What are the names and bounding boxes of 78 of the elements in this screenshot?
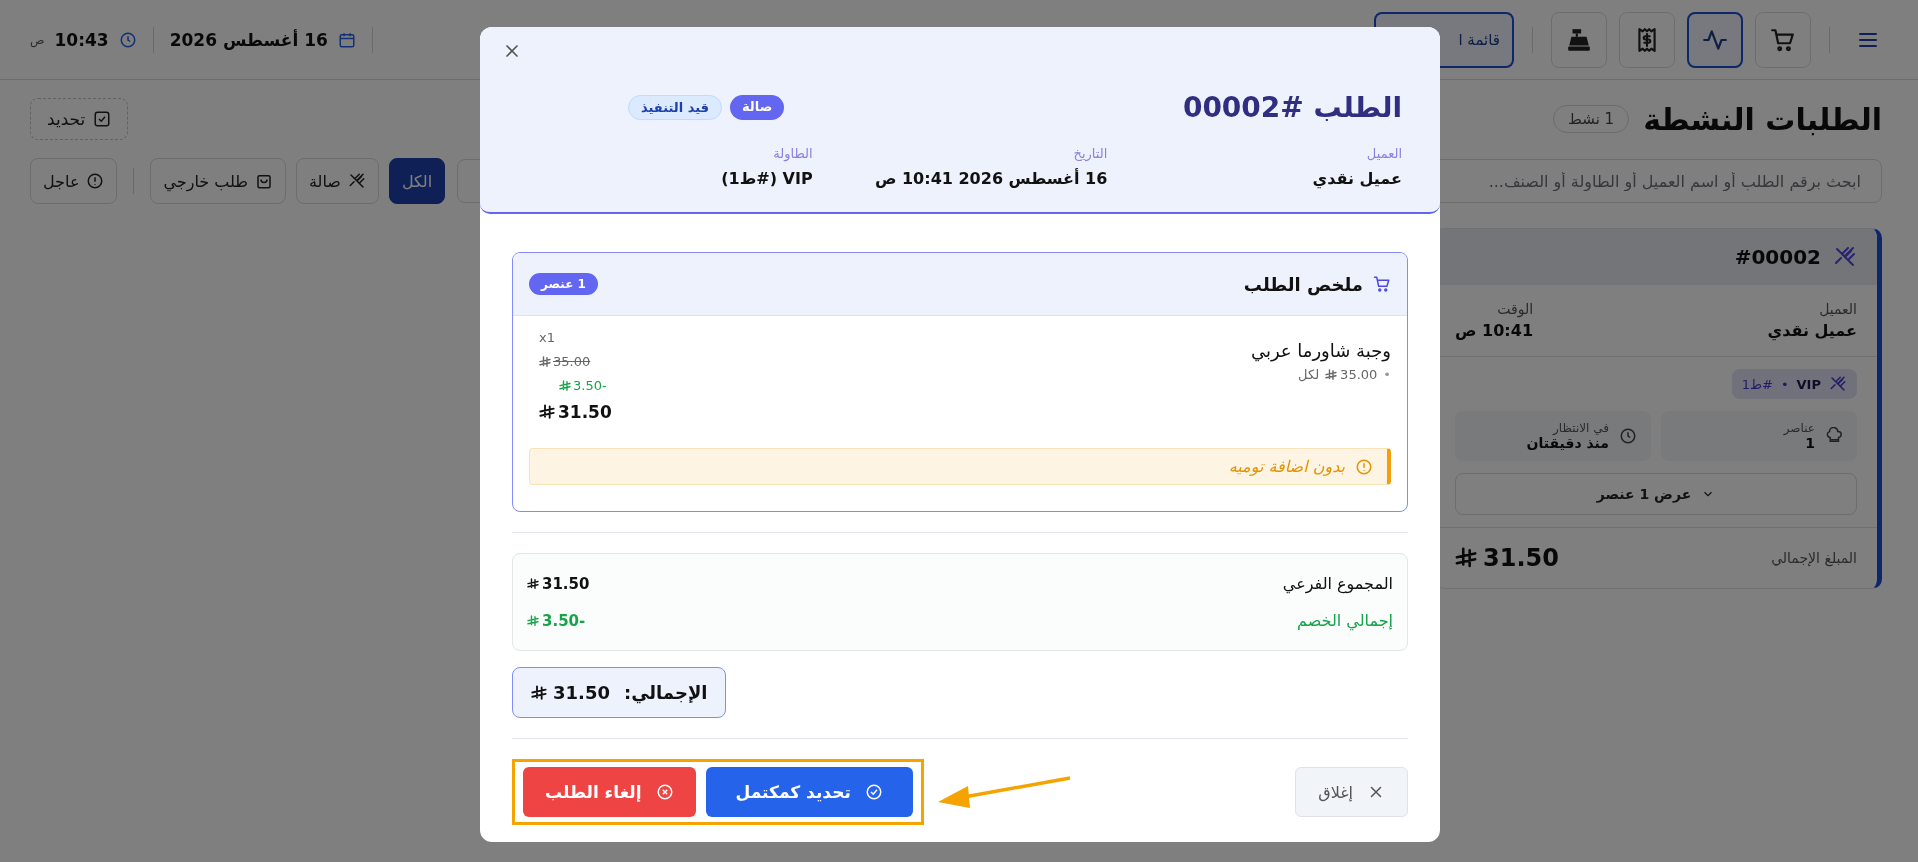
page-title: الطلبات النشطة xyxy=(1643,101,1882,137)
totals-label: المجموع الفرعي xyxy=(1282,574,1393,593)
item-note: بدون اضافة توميه xyxy=(529,448,1391,485)
tag-label: VIP xyxy=(1796,376,1821,392)
total-amount: 31.50 xyxy=(1455,544,1559,572)
complete-button[interactable]: تحديد كمكتمل xyxy=(705,767,913,817)
totals-label: إجمالي الخصم xyxy=(1297,611,1393,630)
riyal-icon xyxy=(527,614,539,627)
riyal-icon xyxy=(1455,547,1477,569)
total-label: المبلغ الإجمالي xyxy=(1771,550,1857,566)
filter-chip[interactable]: طلب خارجي xyxy=(150,158,286,204)
info-label: التاريخ xyxy=(1072,146,1108,161)
riyal-icon xyxy=(1325,368,1338,381)
per-unit-text: لكل xyxy=(1298,367,1320,382)
calendar-icon xyxy=(337,30,356,49)
show-items-button[interactable]: عرض 1 عنصر xyxy=(1455,473,1857,515)
summary-title: ملخص الطلب xyxy=(1243,273,1363,295)
stat-value: منذ دقيقتان xyxy=(1526,435,1609,451)
info-value: عميل نقدي xyxy=(1311,169,1402,188)
chef-hat-icon xyxy=(1825,427,1843,445)
original-price: 35.00 xyxy=(539,354,591,369)
info-value: 16 أغسطس 2026 10:41 ص xyxy=(873,169,1108,188)
utensils-icon xyxy=(1833,245,1857,269)
riyal-icon xyxy=(539,404,555,420)
field-label: الوقت xyxy=(1496,301,1534,317)
close-button[interactable]: إغلاق xyxy=(1295,767,1408,817)
dialog-title: الطلب #00002 xyxy=(1182,91,1402,124)
field-value: عميل نقدي xyxy=(1767,321,1857,340)
x-circle-icon xyxy=(655,783,674,801)
cancel-order-button[interactable]: إلغاء الطلب xyxy=(523,767,696,817)
riyal-icon xyxy=(559,379,571,392)
filter-chip[interactable]: صالة xyxy=(296,158,379,204)
discount-amount: -3.50 xyxy=(559,378,607,393)
stat-label: عناصر xyxy=(1783,421,1815,435)
unit-price: 35.00 xyxy=(1325,367,1378,382)
info-value: VIP (#ط1) xyxy=(721,169,813,188)
filter-chip[interactable]: عاجل xyxy=(30,158,118,204)
info-label: الطاولة xyxy=(773,146,813,161)
date-text: 16 أغسطس 2026 xyxy=(169,29,328,50)
clock-icon xyxy=(118,30,137,49)
select-button[interactable]: تحديد xyxy=(30,98,129,140)
stat-value: 1 xyxy=(1804,435,1815,451)
checkbox-icon xyxy=(93,110,112,128)
field-label: العميل xyxy=(1818,301,1857,317)
riyal-icon xyxy=(527,577,539,590)
clock-icon xyxy=(1619,427,1637,445)
utensils-icon xyxy=(1829,375,1847,393)
riyal-icon xyxy=(531,684,547,701)
cart-icon xyxy=(1373,275,1391,293)
grand-total-value: 31.50 xyxy=(531,682,610,703)
separator-dot: • xyxy=(1780,376,1789,392)
time-text: 10:43 xyxy=(54,29,109,50)
item-quantity: x1 xyxy=(539,330,555,345)
riyal-icon xyxy=(539,355,551,368)
item-count-badge: 1 عنصر xyxy=(529,273,598,295)
totals-value: -3.50 xyxy=(527,611,586,630)
info-icon xyxy=(1355,457,1373,476)
cash-register-icon xyxy=(1566,26,1592,53)
time-period: ص xyxy=(30,32,45,47)
alert-icon xyxy=(86,172,105,190)
grand-total-label: الإجمالي: xyxy=(623,682,708,703)
order-type-badge: صالة xyxy=(730,95,785,120)
bullet: • xyxy=(1383,367,1391,382)
table-number: #ط1 xyxy=(1741,376,1773,392)
status-badge: قيد التنفيذ xyxy=(628,95,722,120)
toolbar-button[interactable] xyxy=(1687,11,1743,68)
cart-icon xyxy=(1770,26,1796,53)
check-circle-icon xyxy=(864,783,883,801)
item-total: 31.50 xyxy=(539,402,612,422)
utensils-icon xyxy=(347,172,366,190)
bag-icon xyxy=(255,172,273,190)
item-name: وجبة شاورما عربي xyxy=(1250,340,1391,361)
filter-chip[interactable]: الكل xyxy=(388,158,446,204)
stat-label: في الانتظار xyxy=(1551,421,1609,435)
info-label: العميل xyxy=(1365,146,1402,161)
field-value: 10:41 ص xyxy=(1455,321,1534,340)
totals-value: 31.50 xyxy=(527,574,590,593)
order-number: #00002 xyxy=(1734,245,1821,269)
